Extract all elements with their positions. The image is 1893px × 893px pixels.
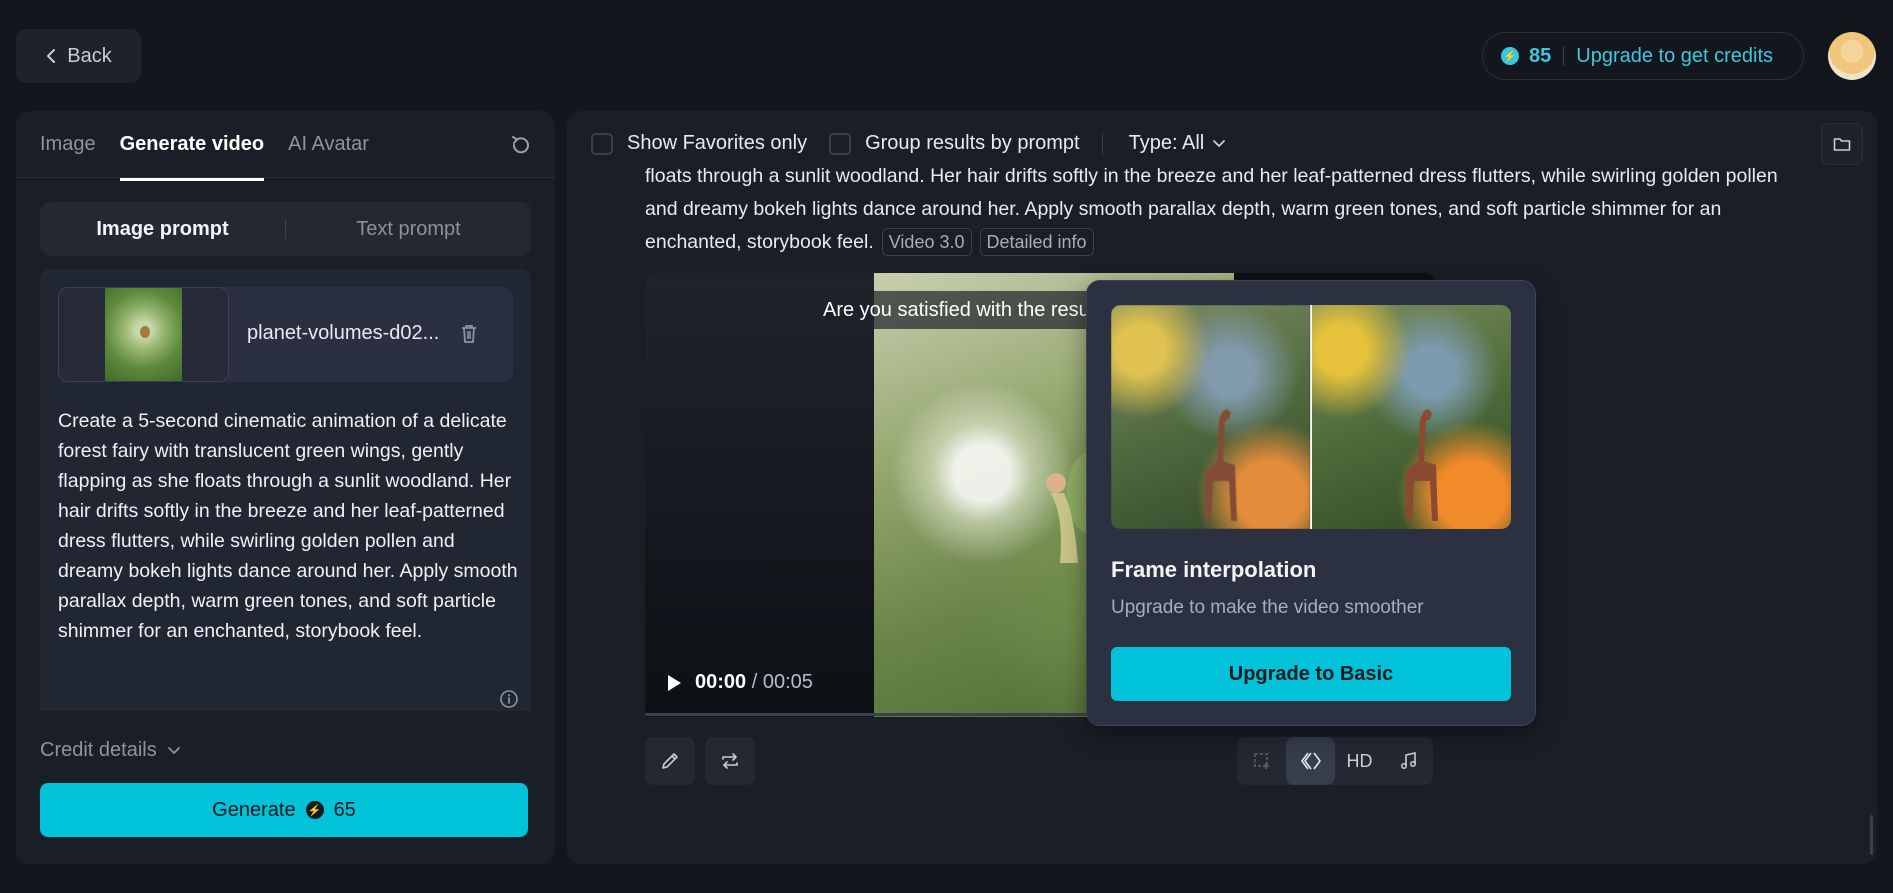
- type-dropdown[interactable]: Type: All: [1129, 132, 1227, 155]
- video-letterbox: [645, 273, 874, 717]
- divider: [1563, 46, 1565, 66]
- tabs-divider: [16, 177, 555, 178]
- file-name: planet-volumes-d02...: [247, 322, 440, 344]
- divider: [1101, 132, 1103, 155]
- checkbox[interactable]: [591, 132, 613, 155]
- giraffe-figure: [1205, 409, 1237, 521]
- avatar[interactable]: [1828, 32, 1876, 80]
- music-note-icon: [1400, 752, 1416, 769]
- info-icon[interactable]: [499, 689, 519, 709]
- chevron-down-icon: [167, 746, 180, 754]
- credit-coin-icon: ⚡: [1501, 47, 1519, 65]
- trash-icon[interactable]: [458, 323, 480, 345]
- detailed-info-tag[interactable]: Detailed info: [979, 228, 1094, 256]
- credit-details-label: Credit details: [40, 739, 157, 761]
- frame-interpolation-popover: Frame interpolation Upgrade to make the …: [1086, 280, 1536, 726]
- regenerate-button[interactable]: [705, 737, 755, 785]
- play-icon[interactable]: [665, 673, 683, 693]
- mode-tabs: Image Generate video AI Avatar: [40, 133, 369, 181]
- prompt-box: planet-volumes-d02... Create a 5-second …: [40, 269, 531, 711]
- current-time: 00:00: [695, 671, 747, 693]
- image-prompt-option[interactable]: Image prompt: [40, 218, 285, 241]
- frame-interpolation-button[interactable]: [1286, 737, 1335, 785]
- prompt-line-last: enchanted, storybook feel. Video 3.0 Detai…: [645, 226, 1875, 259]
- group-by-prompt-filter[interactable]: Group results by prompt: [829, 132, 1080, 155]
- satisfaction-banner[interactable]: Are you satisfied with the resu: [811, 291, 1131, 329]
- text-prompt-option[interactable]: Text prompt: [286, 218, 531, 241]
- edit-button[interactable]: [645, 737, 695, 785]
- type-label: Type: All: [1128, 132, 1205, 154]
- favorites-label: Show Favorites only: [627, 132, 808, 154]
- prompt-line-text: enchanted, storybook feel.: [645, 231, 874, 253]
- hd-button[interactable]: HD: [1335, 737, 1384, 785]
- chevron-down-icon: [1213, 139, 1226, 147]
- time-separator: /: [751, 671, 758, 693]
- before-after-preview: [1111, 305, 1511, 529]
- frame-interpolation-icon: [1300, 752, 1321, 770]
- image-thumbnail-frame: [58, 287, 229, 382]
- popover-subtitle: Upgrade to make the video smoother: [1111, 597, 1424, 618]
- before-image: [1111, 305, 1310, 529]
- back-label: Back: [67, 44, 112, 67]
- favorites-filter[interactable]: Show Favorites only: [591, 132, 807, 155]
- generator-panel: Image Generate video AI Avatar Image pro…: [16, 111, 555, 864]
- enhance-toolbar: HD: [1237, 737, 1433, 785]
- refresh-icon[interactable]: [509, 133, 533, 157]
- upgrade-basic-button[interactable]: Upgrade to Basic: [1111, 647, 1511, 701]
- upscale-button[interactable]: [1237, 737, 1286, 785]
- folder-button[interactable]: [1821, 123, 1863, 165]
- prompt-mode-switch: Image prompt Text prompt: [40, 202, 531, 256]
- giraffe-figure: [1406, 409, 1438, 521]
- uploaded-file-card[interactable]: planet-volumes-d02...: [58, 287, 513, 382]
- filter-bar: Show Favorites only Group results by pro…: [591, 132, 1226, 155]
- repeat-icon: [722, 753, 738, 769]
- pencil-icon: [662, 753, 678, 769]
- prompt-textarea[interactable]: Create a 5-second cinematic animation of…: [58, 406, 518, 646]
- credits-count: 85: [1529, 44, 1552, 67]
- chevron-left-icon: [46, 49, 56, 63]
- credits-pill[interactable]: ⚡ 85 Upgrade to get credits: [1482, 32, 1804, 80]
- credit-details-toggle[interactable]: Credit details: [40, 739, 181, 762]
- model-tag: Video 3.0: [881, 228, 972, 256]
- result-prompt: floats through a sunlit woodland. Her ha…: [645, 160, 1875, 259]
- video-controls: 00:00 / 00:05: [665, 671, 813, 694]
- prompt-line: and dreamy bokeh lights dance around her…: [645, 198, 1722, 220]
- generate-button[interactable]: Generate ⚡ 65: [40, 783, 528, 837]
- generate-cost: 65: [333, 798, 356, 821]
- after-image: [1312, 305, 1511, 529]
- generate-label: Generate: [212, 798, 296, 821]
- credit-coin-icon: ⚡: [305, 801, 324, 819]
- group-label: Group results by prompt: [865, 132, 1080, 154]
- checkbox[interactable]: [829, 132, 852, 155]
- tab-ai-avatar[interactable]: AI Avatar: [288, 133, 369, 181]
- upgrade-credits-link[interactable]: Upgrade to get credits: [1576, 45, 1773, 68]
- image-thumbnail: [105, 288, 182, 381]
- popover-title: Frame interpolation: [1111, 557, 1317, 582]
- scrollbar[interactable]: [1870, 815, 1873, 855]
- tab-generate-video[interactable]: Generate video: [119, 133, 265, 181]
- folder-icon: [1833, 138, 1851, 151]
- tab-image[interactable]: Image: [40, 133, 96, 181]
- back-button[interactable]: Back: [16, 29, 141, 83]
- crop-plus-icon: [1253, 753, 1269, 769]
- music-button[interactable]: [1384, 737, 1433, 785]
- video-duration: 00:05: [762, 671, 813, 693]
